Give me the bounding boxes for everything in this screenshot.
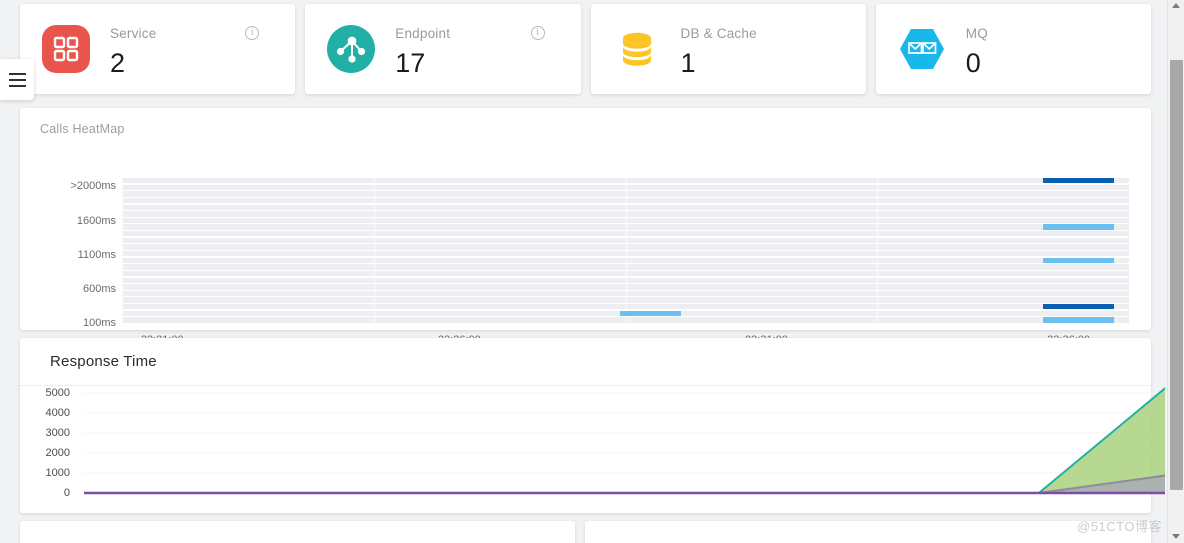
stat-card-title: MQ: [965, 25, 988, 41]
stat-card-mq[interactable]: MQ 0: [875, 4, 1151, 94]
heatmap-grid[interactable]: [122, 178, 1129, 324]
vertical-scrollbar[interactable]: [1167, 0, 1184, 543]
stat-card-title: DB & Cache: [680, 25, 757, 41]
heatmap-cell[interactable]: [1043, 257, 1114, 263]
heatmap-gridline: [373, 178, 375, 324]
heatmap-gridline: [877, 178, 879, 324]
heatmap-cell[interactable]: [1043, 224, 1114, 230]
heatmap-cell[interactable]: [1043, 317, 1114, 323]
stat-card-row: Service 2 i Endpoint 17 i DB & Cache 1 M…: [20, 4, 1151, 94]
watermark: @51CTO博客: [1077, 519, 1162, 534]
hamburger-line: [8, 72, 26, 75]
stat-card-body: DB & Cache 1: [681, 4, 852, 94]
scroll-up-arrow-icon[interactable]: [1172, 3, 1180, 8]
service-grid-icon: [42, 25, 90, 73]
heatmap-y-tick: 1100ms: [77, 249, 116, 261]
heatmap-chart[interactable]: >2000ms1600ms1100ms600ms100ms 22:21:0022…: [20, 136, 1151, 346]
scrollbar-thumb[interactable]: [1170, 60, 1183, 490]
stat-card-body: Service 2: [110, 4, 281, 94]
dashboard-root: Service 2 i Endpoint 17 i DB & Cache 1 M…: [0, 0, 1184, 543]
stat-card-body: MQ 0: [966, 4, 1137, 94]
bottom-panel-left: [20, 521, 575, 543]
heatmap-cell[interactable]: [1043, 178, 1114, 184]
response-time-title: Response Time: [50, 353, 157, 370]
heatmap-y-tick: 100ms: [82, 317, 116, 329]
hamburger-line: [8, 84, 26, 87]
database-icon: [613, 25, 661, 73]
heatmap-y-tick: >2000ms: [70, 180, 116, 192]
endpoint-graph-icon: [327, 25, 376, 73]
stat-card-value: 17: [395, 48, 426, 79]
response-time-chart[interactable]: 5000 4000 3000 2000 1000 0: [20, 386, 1165, 512]
heatmap-y-tick: 1600ms: [76, 215, 116, 227]
response-time-panel: Response Time 5000 4000 3000 2000 1000 0: [20, 338, 1165, 513]
stat-card-value: 0: [965, 48, 981, 79]
response-time-header: Response Time: [20, 338, 1151, 386]
response-time-area: [84, 388, 1165, 493]
info-icon[interactable]: i: [530, 26, 545, 40]
bottom-panel-right: [585, 521, 1151, 543]
heatmap-y-tick: 600ms: [82, 283, 116, 295]
dashboard-scroll-area[interactable]: Service 2 i Endpoint 17 i DB & Cache 1 M…: [0, 0, 1165, 543]
response-time-line: [84, 387, 1165, 494]
response-time-area: [84, 475, 1165, 493]
menu-toggle-button[interactable]: [0, 59, 34, 100]
scroll-down-arrow-icon[interactable]: [1172, 534, 1180, 539]
heatmap-cell[interactable]: [620, 310, 681, 317]
hamburger-line: [8, 78, 26, 81]
calls-heatmap-panel: Calls HeatMap >2000ms 1600ms 1100ms 600ms 10…: [20, 108, 1151, 346]
bottom-panel-left-title: [20, 521, 575, 535]
heatmap-cell[interactable]: [1043, 304, 1114, 310]
message-queue-icon: [898, 25, 946, 73]
response-time-line: [84, 474, 1165, 494]
stat-card-body: Endpoint 17: [395, 4, 566, 94]
stat-card-value: 1: [680, 48, 696, 79]
stat-card-service[interactable]: Service 2 i: [20, 4, 296, 94]
heatmap-y-axis: >2000ms 1600ms 1100ms 600ms 100ms: [20, 136, 122, 329]
heatmap-gridline: [625, 178, 627, 324]
stat-card-value: 2: [110, 48, 126, 79]
heatmap-gridline: [122, 178, 123, 324]
stat-card-db-cache[interactable]: DB & Cache 1: [590, 4, 866, 94]
response-time-plot[interactable]: [64, 386, 1165, 512]
bottom-panel-right-title: [585, 521, 1151, 535]
heatmap-title: Calls HeatMap: [40, 122, 125, 136]
stat-card-endpoint[interactable]: Endpoint 17 i: [305, 4, 581, 94]
